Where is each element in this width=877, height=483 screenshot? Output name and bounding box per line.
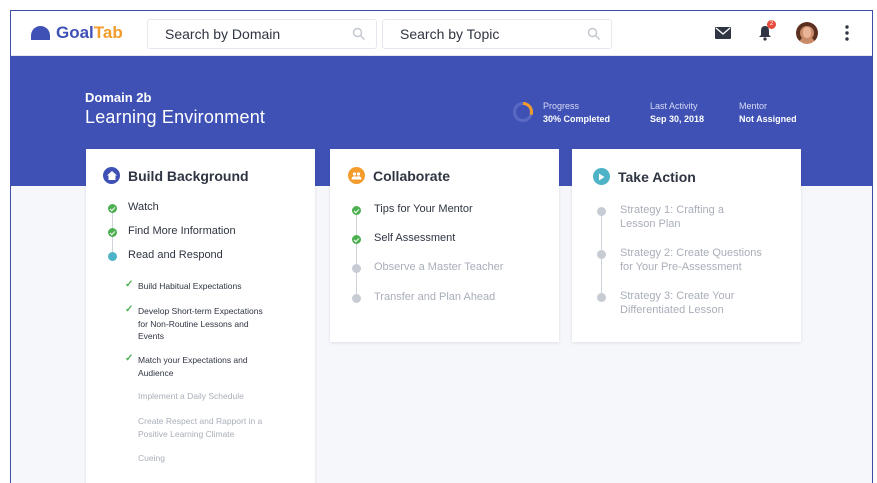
avatar — [796, 22, 818, 44]
step-strategy-1[interactable]: Strategy 1: Crafting a Lesson Plan — [620, 203, 724, 231]
substep-build-habitual-expectations[interactable]: Build Habitual Expectations — [138, 280, 241, 293]
card-title: Collaborate — [373, 167, 451, 184]
mentor-stat: Mentor Not Assigned — [739, 101, 797, 124]
progress-ring-icon — [513, 102, 533, 122]
step-observe-master-teacher[interactable]: Observe a Master Teacher — [374, 261, 503, 273]
home-icon — [103, 167, 120, 184]
progress-stat: Progress 30% Completed — [543, 101, 610, 124]
substep-line: Match your Expectations and — [138, 355, 248, 365]
logo-text: GoalTab — [56, 23, 123, 43]
last-activity-label: Last Activity — [650, 101, 698, 111]
logo-text-tab: Tab — [93, 23, 123, 42]
search-topic-box[interactable] — [382, 19, 612, 49]
substep-line: Events — [138, 331, 164, 341]
step-status-dot — [352, 294, 361, 303]
step-transfer-and-plan-ahead[interactable]: Transfer and Plan Ahead — [374, 291, 495, 303]
logo[interactable]: GoalTab — [31, 23, 123, 43]
step-line: Differentiated Lesson — [620, 304, 724, 316]
substep-line: Audience — [138, 367, 174, 378]
card-take-action[interactable]: Take Action Strategy 1: Crafting a Lesso… — [572, 149, 801, 342]
mentor-value: Not Assigned — [739, 114, 797, 124]
last-activity-stat: Last Activity Sep 30, 2018 — [650, 101, 704, 124]
step-status-dot — [108, 252, 117, 261]
domain-label: Domain 2b — [85, 90, 152, 105]
substep-line: Positive Learning Climate — [138, 428, 235, 439]
card-title: Build Background — [128, 167, 249, 184]
substep-implement-daily-schedule[interactable]: Implement a Daily Schedule — [138, 390, 244, 403]
top-bar: GoalTab Search by Domain Search by Topic… — [11, 11, 872, 56]
logo-icon — [31, 26, 50, 40]
step-line: Strategy 2: Create Questions — [620, 247, 762, 259]
notifications-button[interactable]: 2 — [754, 20, 776, 44]
play-icon — [593, 168, 610, 185]
mail-button[interactable] — [712, 22, 734, 44]
step-strategy-3[interactable]: Strategy 3: Create Your Differentiated L… — [620, 289, 734, 317]
step-status-dot — [352, 206, 361, 215]
search-domain-box[interactable] — [147, 19, 377, 49]
progress-value: 30% Completed — [543, 114, 611, 124]
card-title: Take Action — [618, 168, 696, 185]
progress-label: Progress — [543, 101, 580, 111]
substep-line: Implement a Daily Schedule — [138, 391, 244, 401]
step-status-dot — [597, 250, 606, 259]
step-status-dot — [597, 293, 606, 302]
substep-create-respect-and-rapport[interactable]: Create Respect and Rapport in a Positive… — [138, 415, 262, 440]
substep-line: Create Respect and Rapport in a — [138, 416, 263, 426]
card-title-row: Collaborate — [348, 167, 450, 184]
card-title-row: Take Action — [593, 168, 696, 185]
step-find-more-information[interactable]: Find More Information — [128, 225, 236, 237]
domain-title: Learning Environment — [85, 107, 266, 127]
step-strategy-2[interactable]: Strategy 2: Create Questions for Your Pr… — [620, 246, 762, 274]
top-actions: 2 — [712, 20, 858, 44]
step-status-dot — [108, 204, 117, 213]
step-status-dot — [352, 235, 361, 244]
check-icon: ✓ — [125, 304, 134, 315]
kebab-menu-icon — [845, 25, 849, 41]
progress-line — [356, 211, 357, 297]
step-status-dot — [352, 264, 361, 273]
last-activity-value: Sep 30, 2018 — [650, 114, 705, 124]
check-icon: ✓ — [125, 353, 134, 364]
step-line: Lesson Plan — [620, 218, 681, 230]
step-status-dot — [108, 228, 117, 237]
step-self-assessment[interactable]: Self Assessment — [374, 232, 455, 244]
search-icon[interactable] — [352, 27, 366, 41]
substep-line: Cueing — [138, 453, 165, 463]
card-build-background[interactable]: Build Background Watch Find More Informa… — [86, 149, 315, 483]
substep-match-expectations-and-audience[interactable]: Match your Expectations and Audience — [138, 354, 248, 379]
card-collaborate[interactable]: Collaborate Tips for Your Mentor Self As… — [330, 149, 559, 342]
step-line: Strategy 1: Crafting a — [620, 204, 724, 216]
search-domain-input[interactable] — [165, 26, 352, 42]
substep-line: Build Habitual Expectations — [138, 281, 242, 291]
step-line: Strategy 3: Create Your — [620, 290, 735, 302]
app-frame: GoalTab Search by Domain Search by Topic… — [10, 10, 873, 483]
notification-badge: 2 — [767, 20, 776, 29]
search-icon[interactable] — [587, 27, 601, 41]
substep-develop-short-term-expectations[interactable]: Develop Short-term Expectations for Non-… — [138, 305, 263, 343]
substep-line: Develop Short-term Expectations — [138, 306, 263, 316]
card-title-row: Build Background — [103, 167, 249, 184]
more-menu-button[interactable] — [836, 22, 858, 44]
mentor-label: Mentor — [739, 101, 768, 111]
substep-cueing[interactable]: Cueing — [138, 452, 165, 465]
logo-text-goal: Goal — [56, 23, 94, 42]
people-icon — [348, 167, 365, 184]
step-read-and-respond[interactable]: Read and Respond — [128, 249, 223, 261]
step-tips-for-your-mentor[interactable]: Tips for Your Mentor — [374, 203, 473, 215]
check-icon: ✓ — [125, 279, 134, 290]
substep-line: for Non-Routine Lessons and — [138, 318, 249, 329]
search-topic-input[interactable] — [400, 26, 587, 42]
step-watch[interactable]: Watch — [128, 201, 159, 213]
avatar-button[interactable] — [796, 22, 818, 44]
step-status-dot — [597, 207, 606, 216]
mail-icon — [715, 27, 731, 39]
step-line: for Your Pre-Assessment — [620, 261, 742, 273]
